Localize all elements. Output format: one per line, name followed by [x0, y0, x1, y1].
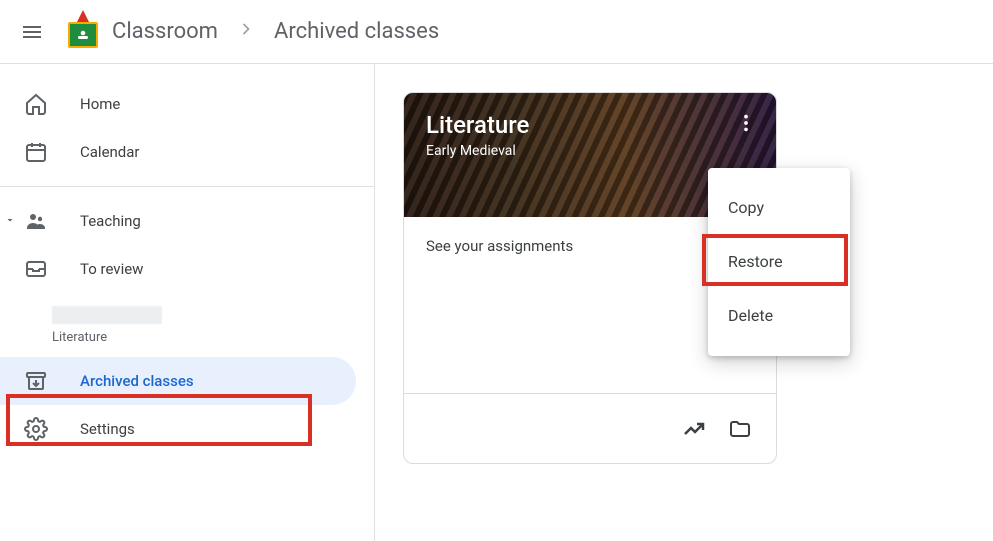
sidebar-divider	[0, 186, 374, 187]
card-context-menu: Copy Restore Delete	[708, 168, 850, 356]
archive-icon	[24, 369, 48, 393]
hamburger-icon	[20, 20, 44, 44]
sidebar-item-home[interactable]: Home	[0, 80, 356, 128]
assignments-link[interactable]: See your assignments	[426, 237, 573, 255]
card-subtitle: Early Medieval	[426, 143, 754, 159]
more-vert-icon	[735, 112, 757, 134]
sidebar-item-to-review[interactable]: To review	[0, 245, 356, 293]
menu-item-copy[interactable]: Copy	[708, 184, 850, 232]
class-subtitle: Literature	[52, 330, 162, 345]
people-icon	[24, 209, 48, 233]
sidebar-item-archived-classes[interactable]: Archived classes	[0, 357, 356, 405]
chevron-down-icon	[4, 212, 16, 230]
classroom-logo	[68, 16, 100, 48]
card-title[interactable]: Literature	[426, 111, 754, 139]
breadcrumb-current: Archived classes	[274, 19, 439, 44]
menu-item-label: Restore	[728, 252, 783, 271]
sidebar-item-label: Settings	[80, 420, 135, 438]
sidebar-item-settings[interactable]: Settings	[0, 405, 356, 453]
sidebar-item-label: Calendar	[80, 143, 140, 161]
calendar-icon	[24, 140, 48, 164]
folder-icon[interactable]	[728, 417, 752, 441]
sidebar-item-teaching[interactable]: Teaching	[0, 197, 356, 245]
app-header: Classroom Archived classes	[0, 0, 993, 64]
gear-icon	[24, 417, 48, 441]
trending-icon[interactable]	[682, 417, 706, 441]
breadcrumb: Classroom Archived classes	[112, 19, 439, 45]
sidebar-item-class[interactable]: Literature	[0, 293, 356, 357]
breadcrumb-root[interactable]: Classroom	[112, 19, 218, 44]
class-title-redacted	[52, 306, 162, 324]
main-content: Literature Early Medieval See your assig…	[375, 64, 993, 541]
inbox-icon	[24, 257, 48, 281]
chevron-right-icon	[236, 19, 256, 45]
sidebar-item-label: To review	[80, 260, 143, 278]
home-icon	[24, 92, 48, 116]
sidebar-item-calendar[interactable]: Calendar	[0, 128, 356, 176]
person-icon	[75, 29, 91, 41]
sidebar-item-label: Teaching	[80, 212, 141, 230]
card-actions	[404, 393, 776, 463]
hamburger-menu-button[interactable]	[8, 8, 56, 56]
card-more-button[interactable]	[730, 107, 762, 139]
menu-item-delete[interactable]: Delete	[708, 292, 850, 340]
sidebar-item-label: Home	[80, 95, 120, 113]
menu-item-label: Copy	[728, 198, 764, 217]
sidebar-item-label: Archived classes	[80, 372, 194, 390]
class-color-swatch	[24, 316, 52, 334]
menu-item-label: Delete	[728, 306, 773, 325]
sidebar: Home Calendar Teaching To review	[0, 64, 375, 541]
menu-item-restore[interactable]: Restore	[708, 238, 850, 286]
